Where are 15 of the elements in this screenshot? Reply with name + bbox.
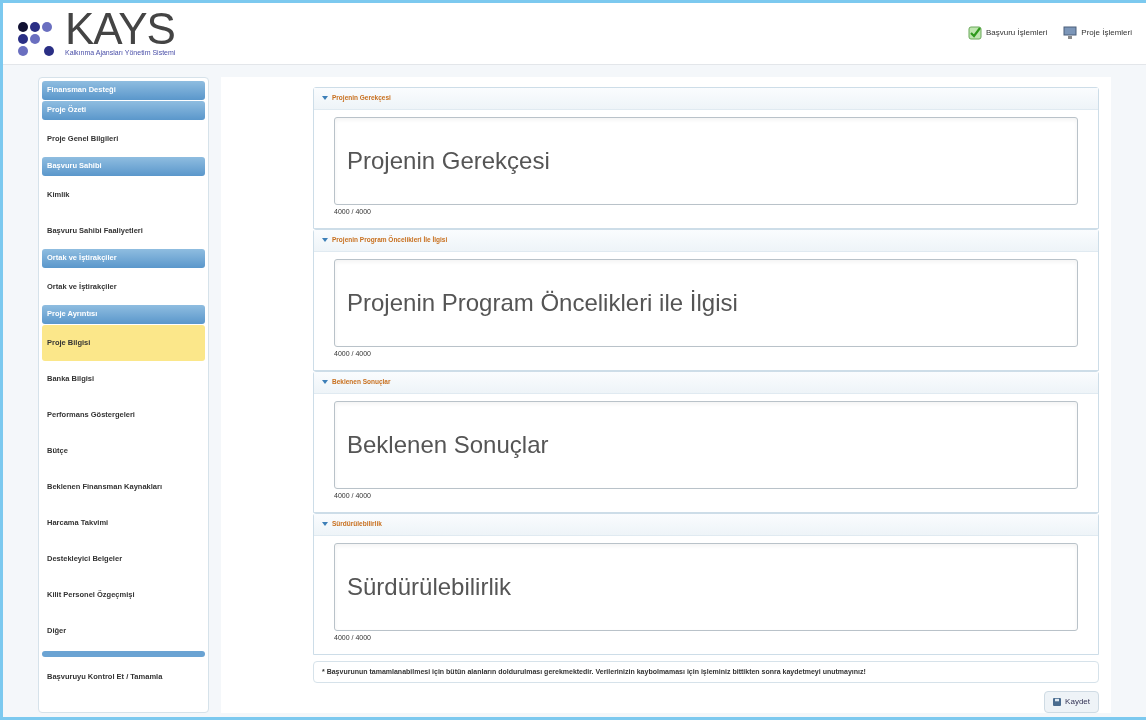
text-area[interactable]: Projenin Gerekçesi (334, 116, 1078, 205)
caret-icon[interactable] (322, 96, 328, 100)
text-area[interactable]: Beklenen Sonuçlar (334, 400, 1078, 489)
caret-icon[interactable] (322, 380, 328, 384)
logo-text: KAYS (65, 9, 176, 48)
caret-icon[interactable] (322, 522, 328, 526)
text-area[interactable]: Sürdürülebilirlik (334, 542, 1078, 631)
header-link[interactable]: Proje İşlemleri (1063, 26, 1132, 41)
caret-icon[interactable] (322, 238, 328, 242)
header-link[interactable]: Başvuru İşlemleri (967, 26, 1048, 41)
checkmark-icon (967, 26, 982, 41)
save-button[interactable]: Kaydet (1044, 691, 1099, 713)
text-area[interactable]: Projenin Program Öncelikleri ile İlgisi (334, 258, 1078, 347)
floppy-icon (1053, 698, 1062, 706)
monitor-icon (1063, 26, 1078, 41)
